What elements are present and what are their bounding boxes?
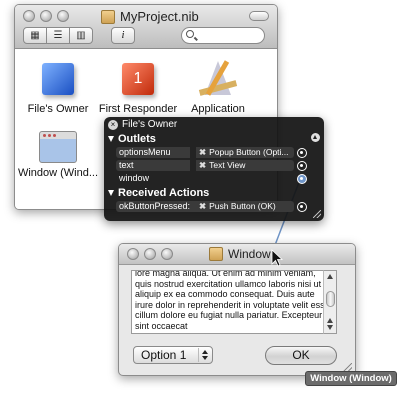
panel-titlebar: × File's Owner <box>104 117 324 132</box>
outlet-target[interactable]: ✖ Popup Button (Opti... <box>196 147 294 158</box>
connections-panel: × File's Owner Outlets optionsMenu ✖ Popu… <box>104 117 324 221</box>
chevron-updown-icon <box>198 348 210 362</box>
disconnect-icon[interactable]: ✖ <box>199 147 206 157</box>
object-window[interactable]: Window (Wind... <box>15 125 103 179</box>
object-label: File's Owner <box>27 103 89 115</box>
toolbar-toggle-button[interactable] <box>249 11 269 21</box>
object-first-responder[interactable]: 1 First Responder <box>93 57 183 115</box>
text-view[interactable]: lore magna aliqua. Ut enim ad minim veni… <box>131 270 337 334</box>
outlet-row: text ✖ Text View <box>104 160 324 172</box>
close-icon[interactable]: × <box>108 119 118 130</box>
outlet-target[interactable]: ✖ Text View <box>196 160 294 171</box>
window-controls <box>127 248 173 260</box>
object-label: First Responder <box>98 103 178 115</box>
outlet-name: text <box>116 160 190 171</box>
nib-titlebar: MyProject.nib ▦ ☰ ▥ i <box>15 5 277 49</box>
action-name: okButtonPressed: <box>116 201 202 212</box>
object-label: Application <box>191 103 245 115</box>
cube-red-icon: 1 <box>118 57 158 99</box>
scroll-down-arrow-icon[interactable] <box>327 325 333 330</box>
view-mode-segmented-control: ▦ ☰ ▥ <box>23 27 93 44</box>
text-view-content: lore magna aliqua. Ut enim ad minim veni… <box>135 270 330 331</box>
ok-button[interactable]: OK <box>265 346 337 365</box>
window-icon <box>39 131 77 163</box>
connection-point-icon[interactable] <box>297 202 307 212</box>
connection-point-icon[interactable] <box>297 161 307 171</box>
disclosure-triangle-icon <box>108 136 114 142</box>
received-actions-label: Received Actions <box>118 187 210 199</box>
outlets-section-header[interactable]: Outlets <box>104 132 324 146</box>
outlet-name: optionsMenu <box>116 147 190 158</box>
nib-document-icon <box>209 247 223 261</box>
target-window-title: Window <box>228 247 271 261</box>
disclosure-triangle-icon <box>108 190 114 196</box>
action-target[interactable]: ✖ Push Button (OK) <box>196 201 294 212</box>
action-row: okButtonPressed: ✖ Push Button (OK) <box>104 201 324 213</box>
outlet-row: window <box>104 173 324 185</box>
close-button[interactable] <box>127 248 139 260</box>
minimize-button[interactable] <box>144 248 156 260</box>
search-input[interactable] <box>181 27 265 44</box>
disconnect-icon[interactable]: ✖ <box>199 160 206 170</box>
cube-blue-icon <box>38 57 78 99</box>
panel-title: File's Owner <box>122 119 178 130</box>
connection-point-icon[interactable] <box>297 174 307 184</box>
info-button[interactable]: i <box>111 27 135 44</box>
object-label: Window (Wind... <box>17 167 99 179</box>
nib-window-title: MyProject.nib <box>120 9 199 24</box>
target-window[interactable]: Window lore magna aliqua. Ut enim ad min… <box>118 243 356 376</box>
scroll-up-icon[interactable] <box>311 133 320 142</box>
connection-point-icon[interactable] <box>297 148 307 158</box>
nib-document-icon <box>101 9 115 24</box>
options-popup-button[interactable]: Option 1 <box>133 346 213 364</box>
list-view-icon[interactable]: ☰ <box>46 27 70 44</box>
scroll-up-arrow-icon[interactable] <box>327 318 333 323</box>
zoom-button[interactable] <box>57 10 69 22</box>
outlet-name: window <box>119 173 150 183</box>
target-window-titlebar: Window <box>119 244 355 265</box>
object-application[interactable]: Application <box>173 57 263 115</box>
column-view-icon[interactable]: ▥ <box>69 27 93 44</box>
received-actions-section-header[interactable]: Received Actions <box>104 186 324 200</box>
nib-title-area: MyProject.nib <box>101 9 199 24</box>
object-files-owner[interactable]: File's Owner <box>15 57 103 115</box>
vertical-scrollbar[interactable] <box>323 270 337 334</box>
minimize-button[interactable] <box>40 10 52 22</box>
popup-selected-value: Option 1 <box>141 348 187 362</box>
resize-handle-icon[interactable] <box>313 210 321 218</box>
outlets-label: Outlets <box>118 133 156 145</box>
scroll-thumb[interactable] <box>326 291 335 307</box>
application-icon <box>197 57 239 99</box>
connection-target-tooltip: Window (Window) <box>305 371 397 386</box>
icon-view-icon[interactable]: ▦ <box>23 27 47 44</box>
disconnect-icon[interactable]: ✖ <box>199 201 206 211</box>
interface-builder-stage: MyProject.nib ▦ ☰ ▥ i File's Owner 1 Fir… <box>0 0 410 400</box>
close-button[interactable] <box>23 10 35 22</box>
search-icon <box>186 30 194 38</box>
target-title-area: Window <box>209 247 271 261</box>
zoom-button[interactable] <box>161 248 173 260</box>
scroll-up-arrow-icon[interactable] <box>327 274 333 279</box>
window-controls <box>23 10 69 22</box>
outlet-row: optionsMenu ✖ Popup Button (Opti... <box>104 147 324 159</box>
